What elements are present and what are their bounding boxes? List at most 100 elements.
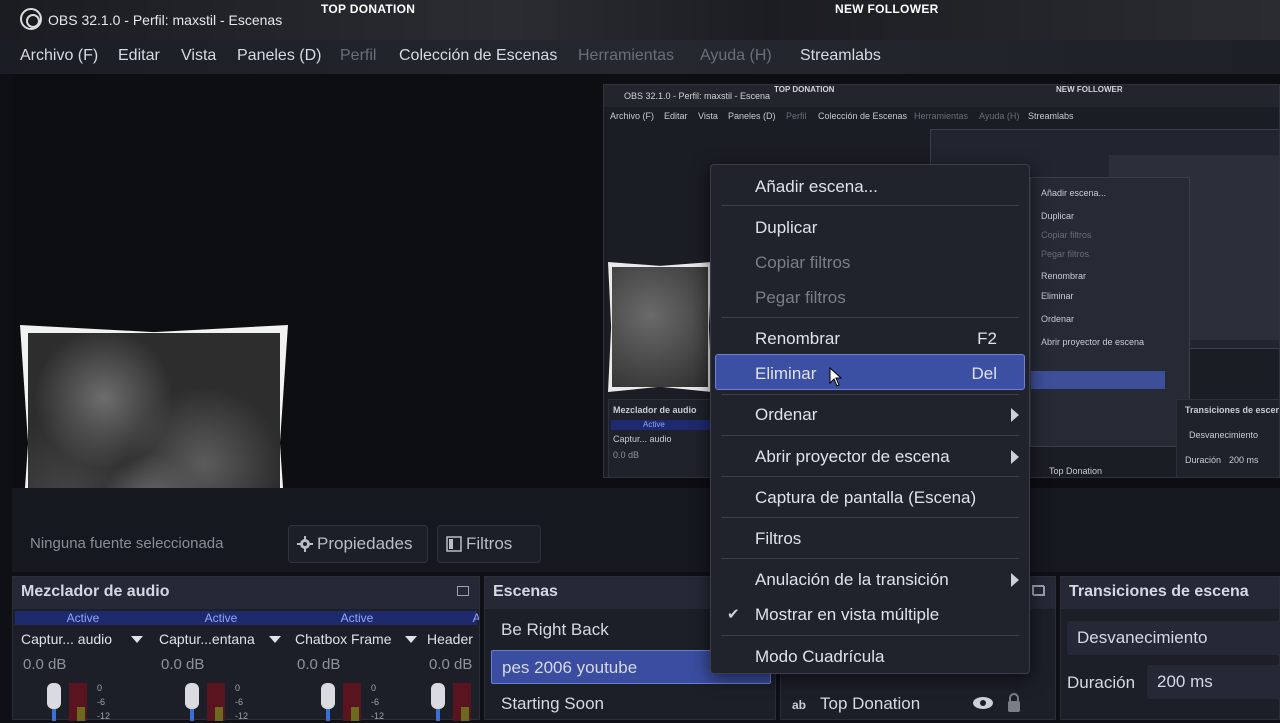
menu-paneles[interactable]: Paneles (D) xyxy=(237,47,321,65)
properties-button[interactable]: Propiedades xyxy=(288,525,428,563)
menu-editar[interactable]: Editar xyxy=(118,47,160,65)
channel-name: Captur... audio xyxy=(21,631,113,647)
nested-transitions-panel: Transiciones de escena Desvanecimiento D… xyxy=(1176,399,1280,477)
menu-rename-shortcut: F2 xyxy=(977,329,997,348)
menu-separator xyxy=(721,317,1019,318)
nested-overlay-left: TOP DONATION xyxy=(774,85,835,94)
meter-scale: 0 -6 -12 xyxy=(235,681,248,723)
menu-add-scene[interactable]: Añadir escena... xyxy=(755,177,878,197)
menu-vista[interactable]: Vista xyxy=(181,47,216,65)
filters-label: Filtros xyxy=(466,534,513,553)
channel-db: 0.0 dB xyxy=(23,656,67,673)
scenes-title: Escenas xyxy=(493,583,558,600)
menu-perfil[interactable]: Perfil xyxy=(340,47,376,65)
nested-menu-item: Ayuda (H) xyxy=(979,111,1020,121)
nested-menu-highlight xyxy=(1031,371,1165,389)
menu-open-scene-projector[interactable]: Abrir proyector de escena xyxy=(755,447,950,467)
nested-duration-value: 200 ms xyxy=(1229,455,1259,465)
scale-tick: 0 xyxy=(235,683,241,693)
channel-db: 0.0 dB xyxy=(297,656,341,673)
channel-status: Active xyxy=(204,611,238,625)
nested-menu-item: Paneles (D) xyxy=(728,111,776,121)
float-dock-icon[interactable] xyxy=(1032,585,1044,595)
chevron-down-icon[interactable] xyxy=(269,636,281,643)
volume-track xyxy=(436,709,440,721)
chevron-right-icon xyxy=(1011,573,1019,587)
nested-menu-item: Vista xyxy=(698,111,718,121)
scene-context-menu: Añadir escena... Duplicar Copiar filtros… xyxy=(710,164,1030,674)
audio-meter-level xyxy=(215,707,223,721)
scale-tick: -12 xyxy=(97,711,111,721)
nested-menu-item: Streamlabs xyxy=(1028,111,1074,121)
source-toolbar xyxy=(12,488,1280,572)
menu-filters[interactable]: Filtros xyxy=(755,529,801,549)
transition-select[interactable]: Desvanecimiento xyxy=(1067,621,1280,655)
mixer-channel: Active Captur... audio 0.0 dB 0 -6 -12 xyxy=(19,611,153,721)
volume-slider-handle[interactable] xyxy=(321,683,335,709)
scene-item[interactable]: Starting Soon xyxy=(491,687,771,721)
menu-separator xyxy=(721,205,1019,206)
scale-tick: -6 xyxy=(97,697,106,707)
channel-status: Active xyxy=(66,611,100,625)
menu-streamlabs[interactable]: Streamlabs xyxy=(800,47,881,65)
lock-icon[interactable] xyxy=(1006,693,1022,713)
menu-copy-filters[interactable]: Copiar filtros xyxy=(755,253,850,273)
chevron-down-icon[interactable] xyxy=(131,636,143,643)
nested-source-row: Top Donation xyxy=(1049,466,1103,476)
volume-slider-handle[interactable] xyxy=(47,683,61,709)
menu-delete-shortcut: Del xyxy=(971,364,997,383)
filters-button[interactable]: Filtros xyxy=(437,525,541,563)
menu-coleccion-escenas[interactable]: Colección de Escenas xyxy=(399,47,557,65)
menu-order[interactable]: Ordenar xyxy=(755,405,817,425)
mixer-title: Mezclador de audio xyxy=(21,583,170,600)
obs-logo-icon xyxy=(20,8,42,30)
channel-status: Active xyxy=(472,611,479,625)
duration-input[interactable]: 200 ms xyxy=(1147,665,1280,699)
volume-track xyxy=(190,709,194,721)
chevron-right-icon xyxy=(1011,408,1019,422)
mixer-channel: Active Captur...entana 0.0 dB 0 -6 -12 xyxy=(157,611,291,721)
menu-bar: Archivo (F) Editar Vista Paneles (D) Per… xyxy=(0,40,1280,74)
no-source-label: Ninguna fuente seleccionada xyxy=(30,535,224,552)
menu-paste-filters[interactable]: Pegar filtros xyxy=(755,288,846,308)
chevron-down-icon[interactable] xyxy=(405,636,417,643)
menu-archivo[interactable]: Archivo (F) xyxy=(20,47,98,65)
menu-show-in-multiview[interactable]: Mostrar en vista múltiple xyxy=(755,605,939,625)
menu-separator xyxy=(721,435,1019,436)
nested-menu-entry: Renombrar xyxy=(1041,271,1087,281)
nested-menu-entry: Abrir proyector de escena xyxy=(1041,337,1145,347)
menu-ayuda[interactable]: Ayuda (H) xyxy=(700,47,772,65)
eye-icon[interactable] xyxy=(972,695,994,711)
float-dock-icon[interactable] xyxy=(457,586,469,596)
menu-rename[interactable]: Renombrar xyxy=(755,329,840,349)
menu-delete[interactable]: Eliminar xyxy=(755,364,816,384)
properties-label: Propiedades xyxy=(317,534,413,553)
scale-tick: -12 xyxy=(235,711,249,721)
gear-icon xyxy=(297,536,313,552)
nested-menu-entry: Ordenar xyxy=(1041,314,1075,324)
nested-mixer-db: 0.0 dB xyxy=(613,450,640,460)
volume-slider-handle[interactable] xyxy=(185,683,199,709)
channel-db: 0.0 dB xyxy=(429,656,473,673)
nested-menu-item: Colección de Escenas xyxy=(818,111,908,121)
menu-screenshot-scene[interactable]: Captura de pantalla (Escena) xyxy=(755,488,976,508)
channel-status: Active xyxy=(340,611,374,625)
nested-cloud-image xyxy=(612,267,708,387)
menu-separator xyxy=(721,558,1019,559)
source-name: Top Donation xyxy=(820,694,921,713)
meter-scale: 0 -6 -12 xyxy=(97,681,110,723)
nested-context-menu: Añadir escena... Duplicar Copiar filtros… xyxy=(1030,177,1190,447)
nested-duration-label: Duración xyxy=(1185,455,1222,465)
source-row[interactable]: ab Top Donation xyxy=(780,688,1036,720)
volume-slider-handle[interactable] xyxy=(431,683,445,709)
menu-herramientas[interactable]: Herramientas xyxy=(578,47,674,65)
menu-grid-mode[interactable]: Modo Cuadrícula xyxy=(755,647,884,667)
menu-duplicate[interactable]: Duplicar xyxy=(755,218,817,238)
pointer-cursor-icon xyxy=(829,367,843,387)
svg-text:ab: ab xyxy=(792,698,806,711)
scale-tick: 0 xyxy=(97,683,103,693)
overlay-top-donation: TOP DONATION xyxy=(321,2,416,16)
nested-transitions-title: Transiciones de escena xyxy=(1185,405,1280,415)
menu-transition-override[interactable]: Anulación de la transición xyxy=(755,570,949,590)
mixer-channel: Active Chatbox Frame 0.0 dB 0 -6 -12 xyxy=(293,611,427,721)
